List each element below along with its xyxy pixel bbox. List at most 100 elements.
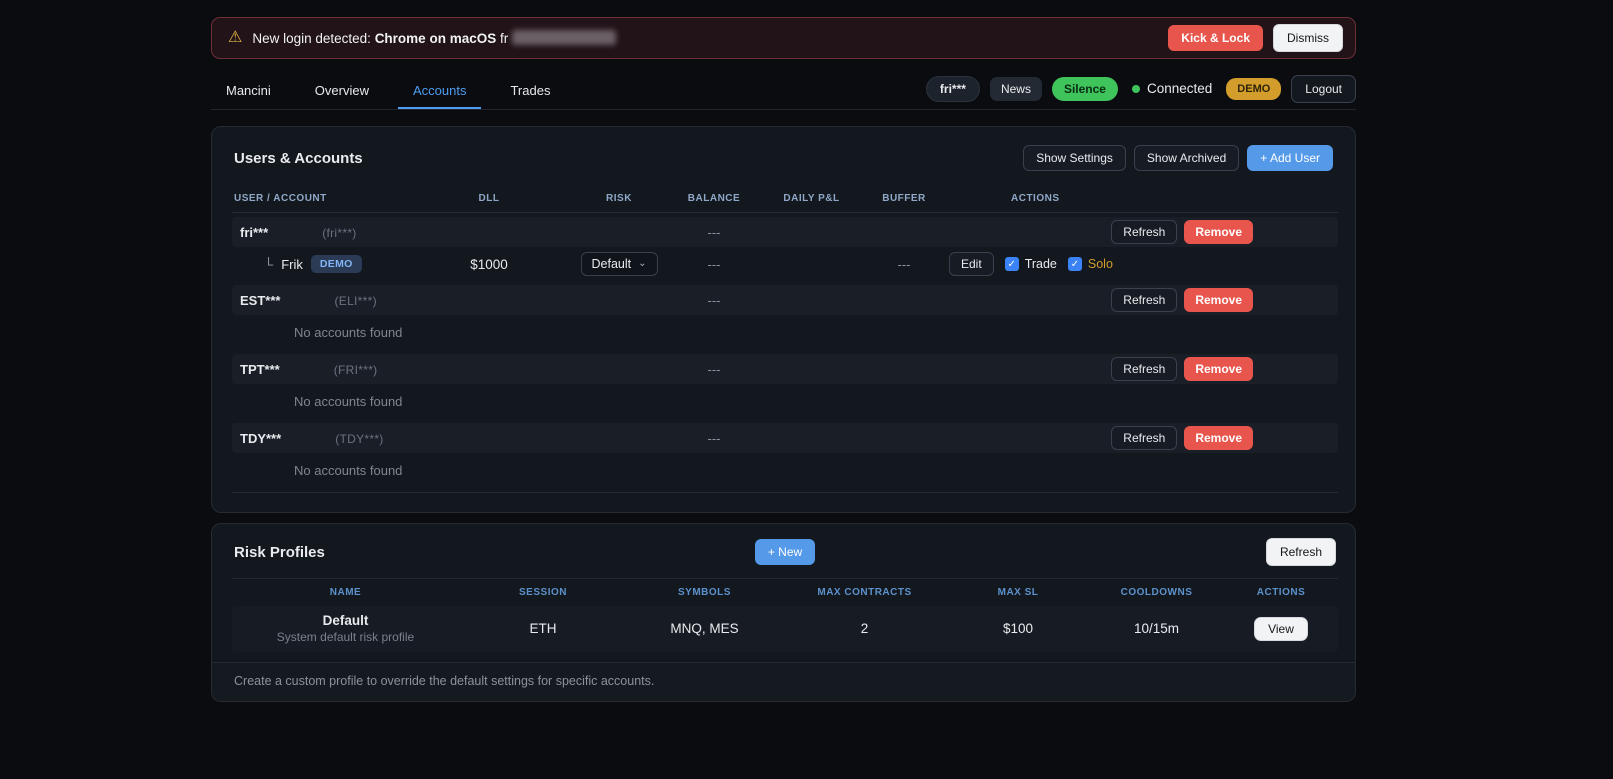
col-buffer: BUFFER — [882, 193, 926, 204]
user-name: TDY*** — [240, 430, 282, 446]
users-table: USER / ACCOUNT DLL RISK BALANCE DAILY P&… — [212, 181, 1355, 512]
user-row-actions: Refresh Remove — [949, 426, 1338, 450]
col-user-account: USER / ACCOUNT — [234, 193, 327, 204]
trade-checkbox[interactable]: ✓ Trade — [1004, 257, 1057, 271]
connected-dot-icon — [1131, 84, 1140, 93]
risk-profile-row: Default System default risk profile ETH … — [232, 606, 1338, 652]
risk-profiles-card: Risk Profiles + New Refresh NAME SESSION… — [211, 523, 1356, 702]
account-controls: Edit ✓ Trade ✓ Solo — [949, 252, 1338, 276]
page-container: ⚠ New login detected: Chrome on macOS fr… — [211, 17, 1356, 702]
users-card-actions: Show Settings Show Archived + Add User — [1023, 145, 1333, 171]
col-cooldowns: COOLDOWNS — [1120, 587, 1193, 598]
risk-footer-note: Create a custom profile to override the … — [212, 662, 1355, 701]
risk-select-wrap: Default ⌄ — [574, 252, 664, 276]
profile-session: ETH — [529, 621, 557, 636]
tab-mancini[interactable]: Mancini — [211, 74, 286, 109]
add-user-button[interactable]: + Add User — [1247, 145, 1333, 171]
account-row: └ Frik DEMO $1000 Default ⌄ --- --- Edit — [232, 247, 1338, 281]
users-accounts-card: Users & Accounts Show Settings Show Arch… — [211, 126, 1356, 513]
remove-button[interactable]: Remove — [1184, 357, 1253, 381]
user-name: fri*** — [240, 224, 269, 240]
col-actions: ACTIONS — [1256, 587, 1306, 598]
risk-table: NAME SESSION SYMBOLS MAX CONTRACTS MAX S… — [212, 578, 1355, 652]
col-actions: ACTIONS — [1011, 193, 1060, 204]
profile-description: System default risk profile — [276, 630, 415, 644]
col-session: SESSION — [519, 587, 567, 598]
edit-button[interactable]: Edit — [949, 252, 994, 276]
chevron-down-icon: ⌄ — [638, 258, 647, 269]
col-name: NAME — [329, 587, 362, 598]
col-max-contracts: MAX CONTRACTS — [817, 587, 912, 598]
account-demo-badge: DEMO — [310, 255, 362, 273]
profile-max-sl: $100 — [1002, 621, 1034, 636]
remove-button[interactable]: Remove — [1184, 220, 1253, 244]
checkbox-checked-icon: ✓ — [1067, 257, 1082, 271]
user-name: EST*** — [240, 292, 281, 308]
refresh-button[interactable]: Refresh — [1111, 288, 1178, 312]
user-alias: (FRI***) — [333, 362, 378, 377]
users-card-header: Users & Accounts Show Settings Show Arch… — [212, 127, 1355, 181]
kick-and-lock-button[interactable]: Kick & Lock — [1168, 25, 1263, 51]
tree-branch-icon: └ — [264, 256, 274, 272]
banner-message-suffix: fr — [499, 31, 509, 46]
profile-symbols: MNQ, MES — [670, 621, 739, 636]
user-row: EST*** (ELI***) --- Refresh Remove — [232, 285, 1338, 315]
profile-name: Default — [322, 613, 369, 628]
profile-max-contracts: 2 — [860, 621, 869, 636]
user-alias: (ELI***) — [334, 293, 377, 308]
risk-card-header: Risk Profiles + New Refresh — [212, 524, 1355, 578]
tab-overview[interactable]: Overview — [300, 74, 384, 109]
trade-checkbox-label: Trade — [1024, 257, 1057, 271]
show-archived-button[interactable]: Show Archived — [1133, 145, 1240, 171]
risk-refresh-button[interactable]: Refresh — [1265, 538, 1336, 566]
risk-select[interactable]: Default ⌄ — [580, 252, 658, 276]
silence-button[interactable]: Silence — [1051, 76, 1118, 101]
user-name: TPT*** — [240, 361, 280, 377]
nav-tabs: Mancini Overview Accounts Trades — [211, 74, 579, 109]
col-daily-pl: DAILY P&L — [783, 193, 840, 204]
col-balance: BALANCE — [687, 193, 741, 204]
remove-button[interactable]: Remove — [1184, 288, 1253, 312]
current-user-pill[interactable]: fri*** — [925, 75, 980, 102]
users-card-title: Users & Accounts — [234, 149, 363, 167]
refresh-button[interactable]: Refresh — [1111, 220, 1178, 244]
new-profile-button[interactable]: + New — [754, 539, 816, 565]
col-symbols: SYMBOLS — [678, 587, 731, 598]
remove-button[interactable]: Remove — [1184, 426, 1253, 450]
tab-trades[interactable]: Trades — [495, 74, 565, 109]
banner-message: New login detected: Chrome on macOS fr — [252, 30, 617, 46]
profile-actions-cell: View — [1224, 616, 1338, 641]
user-row: TDY*** (TDY***) --- Refresh Remove — [232, 423, 1338, 453]
account-buffer: --- — [897, 256, 911, 272]
solo-checkbox[interactable]: ✓ Solo — [1067, 257, 1113, 271]
demo-mode-badge: DEMO — [1226, 77, 1282, 100]
no-accounts-message: No accounts found — [294, 394, 403, 409]
user-balance: --- — [707, 361, 721, 377]
view-button[interactable]: View — [1254, 616, 1308, 641]
risk-head-right: Refresh — [1265, 538, 1336, 566]
user-alias: (fri***) — [322, 225, 357, 240]
user-name-cell: fri*** (fri***) — [232, 225, 574, 240]
dismiss-button[interactable]: Dismiss — [1273, 24, 1343, 52]
logout-button[interactable]: Logout — [1291, 74, 1356, 103]
news-button[interactable]: News — [989, 76, 1042, 101]
tab-accounts[interactable]: Accounts — [397, 74, 482, 109]
user-name-cell: TDY*** (TDY***) — [232, 431, 574, 446]
user-row: TPT*** (FRI***) --- Refresh Remove — [232, 354, 1338, 384]
refresh-button[interactable]: Refresh — [1111, 426, 1178, 450]
banner-message-device: Chrome on macOS — [374, 31, 497, 46]
col-risk: RISK — [606, 193, 632, 204]
risk-select-value: Default — [591, 257, 632, 271]
user-balance: --- — [707, 292, 721, 308]
user-row: fri*** (fri***) --- Refresh Remove — [232, 217, 1338, 247]
checkbox-checked-icon: ✓ — [1004, 257, 1019, 271]
user-balance: --- — [707, 224, 721, 240]
risk-card-title: Risk Profiles — [234, 543, 325, 561]
connection-status-label: Connected — [1146, 81, 1213, 96]
show-settings-button[interactable]: Show Settings — [1023, 145, 1126, 171]
refresh-button[interactable]: Refresh — [1111, 357, 1178, 381]
account-balance: --- — [707, 256, 721, 272]
account-name: Frik — [281, 256, 303, 272]
user-alias: (TDY***) — [335, 431, 384, 446]
no-accounts-message: No accounts found — [294, 325, 403, 340]
